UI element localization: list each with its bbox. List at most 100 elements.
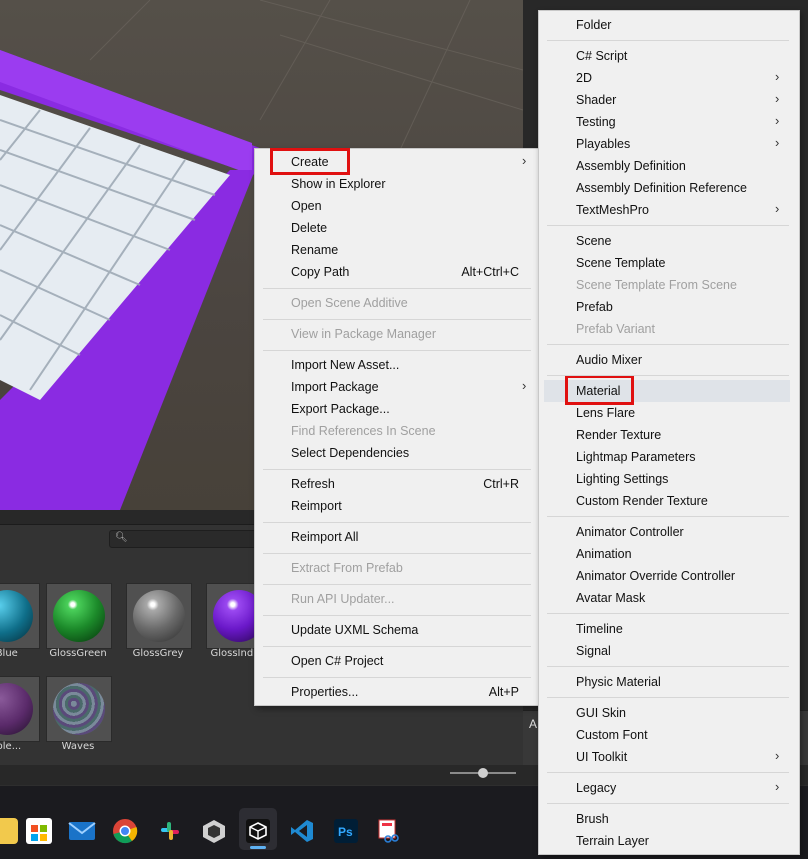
asset-label: ...rple... bbox=[0, 741, 22, 752]
submenu-item-legacy[interactable]: Legacy bbox=[576, 777, 616, 799]
asset-tile[interactable] bbox=[0, 583, 40, 649]
menu-item-copy-path[interactable]: Copy Path Alt+Ctrl+C bbox=[291, 261, 519, 283]
submenu-item-timeline[interactable]: Timeline bbox=[576, 618, 623, 640]
submenu-item-render-texture[interactable]: Render Texture bbox=[576, 424, 661, 446]
submenu-arrow-icon: › bbox=[775, 91, 780, 106]
menu-item-extract-from-prefab: Extract From Prefab bbox=[291, 561, 403, 575]
menu-separator bbox=[547, 516, 789, 517]
shortcut-label: Alt+P bbox=[488, 685, 519, 699]
menu-item-delete[interactable]: Delete bbox=[291, 217, 327, 239]
menu-item-export-package[interactable]: Export Package... bbox=[291, 398, 390, 420]
submenu-item-physic-material[interactable]: Physic Material bbox=[576, 671, 661, 693]
asset-tile[interactable] bbox=[46, 676, 112, 742]
submenu-item-prefab[interactable]: Prefab bbox=[576, 296, 613, 318]
menu-separator bbox=[263, 469, 531, 470]
unity-editor-icon[interactable] bbox=[245, 818, 271, 844]
submenu-item-assembly-definition[interactable]: Assembly Definition bbox=[576, 155, 686, 177]
shortcut-label: Alt+Ctrl+C bbox=[461, 265, 519, 279]
menu-separator bbox=[547, 772, 789, 773]
unity-hub-icon[interactable] bbox=[201, 818, 227, 844]
menu-separator bbox=[263, 350, 531, 351]
submenu-item-folder[interactable]: Folder bbox=[576, 14, 611, 36]
asset-tile[interactable] bbox=[126, 583, 192, 649]
submenu-arrow-icon: › bbox=[775, 135, 780, 150]
menu-item-update-uxml-schema[interactable]: Update UXML Schema bbox=[291, 619, 418, 641]
vscode-icon[interactable] bbox=[289, 818, 315, 844]
submenu-item-prefab-variant: Prefab Variant bbox=[576, 322, 655, 336]
submenu-arrow-icon: › bbox=[775, 779, 780, 794]
menu-separator bbox=[547, 613, 789, 614]
submenu-item-animator-controller[interactable]: Animator Controller bbox=[576, 521, 684, 543]
menu-item-show-in-explorer[interactable]: Show in Explorer bbox=[291, 173, 386, 195]
menu-item-rename[interactable]: Rename bbox=[291, 239, 338, 261]
menu-item-create[interactable]: Create bbox=[291, 151, 329, 173]
submenu-item-signal[interactable]: Signal bbox=[576, 640, 611, 662]
submenu-arrow-icon: › bbox=[775, 748, 780, 763]
submenu-item-terrain-layer[interactable]: Terrain Layer bbox=[576, 830, 649, 852]
submenu-item-brush[interactable]: Brush bbox=[576, 808, 609, 830]
submenu-item-custom-font[interactable]: Custom Font bbox=[576, 724, 648, 746]
file-explorer-icon[interactable] bbox=[0, 818, 18, 844]
menu-separator bbox=[547, 225, 789, 226]
submenu-item-lightmap-parameters[interactable]: Lightmap Parameters bbox=[576, 446, 696, 468]
submenu-item-ui-toolkit[interactable]: UI Toolkit bbox=[576, 746, 627, 768]
submenu-item-scene-template[interactable]: Scene Template bbox=[576, 252, 665, 274]
asset-tile[interactable] bbox=[0, 676, 40, 742]
asset-label: GlossGreen bbox=[49, 648, 107, 659]
menu-item-properties[interactable]: Properties... Alt+P bbox=[291, 681, 519, 703]
menu-separator bbox=[547, 344, 789, 345]
project-search-input[interactable]: 🔍︎ bbox=[109, 530, 271, 548]
inspector-label-top: A bbox=[529, 717, 538, 731]
submenu-arrow-icon: › bbox=[775, 201, 780, 216]
submenu-item-gui-skin[interactable]: GUI Skin bbox=[576, 702, 626, 724]
search-icon: 🔍︎ bbox=[115, 532, 128, 543]
menu-separator bbox=[263, 553, 531, 554]
menu-separator bbox=[263, 584, 531, 585]
submenu-item-2d[interactable]: 2D bbox=[576, 67, 592, 89]
menu-separator bbox=[263, 288, 531, 289]
snipping-tool-icon[interactable] bbox=[376, 818, 402, 844]
submenu-item-custom-render-texture[interactable]: Custom Render Texture bbox=[576, 490, 708, 512]
submenu-item-animation[interactable]: Animation bbox=[576, 543, 632, 565]
menu-separator bbox=[547, 666, 789, 667]
menu-separator bbox=[263, 522, 531, 523]
submenu-arrow-icon: › bbox=[775, 69, 780, 84]
menu-item-select-dependencies[interactable]: Select Dependencies bbox=[291, 442, 409, 464]
menu-item-open-scene-additive: Open Scene Additive bbox=[291, 296, 408, 310]
menu-separator bbox=[263, 319, 531, 320]
menu-separator bbox=[547, 697, 789, 698]
submenu-item-csharp-script[interactable]: C# Script bbox=[576, 45, 627, 67]
menu-item-import-new-asset[interactable]: Import New Asset... bbox=[291, 354, 399, 376]
menu-item-import-package[interactable]: Import Package bbox=[291, 376, 379, 398]
mail-icon[interactable] bbox=[68, 818, 96, 844]
submenu-item-testing[interactable]: Testing bbox=[576, 111, 616, 133]
submenu-arrow-icon: › bbox=[522, 378, 527, 393]
submenu-item-playables[interactable]: Playables bbox=[576, 133, 630, 155]
submenu-item-avatar-mask[interactable]: Avatar Mask bbox=[576, 587, 645, 609]
chrome-icon[interactable] bbox=[112, 818, 138, 844]
photoshop-icon[interactable]: Ps bbox=[333, 818, 359, 844]
menu-item-open-csharp-project[interactable]: Open C# Project bbox=[291, 650, 383, 672]
asset-tile[interactable] bbox=[46, 583, 112, 649]
menu-item-open[interactable]: Open bbox=[291, 195, 322, 217]
asset-label: Waves bbox=[61, 741, 95, 752]
taskbar-active-indicator bbox=[250, 846, 266, 849]
submenu-item-shader[interactable]: Shader bbox=[576, 89, 616, 111]
slack-icon[interactable] bbox=[157, 818, 183, 844]
submenu-item-lens-flare[interactable]: Lens Flare bbox=[576, 402, 635, 424]
submenu-item-textmeshpro[interactable]: TextMeshPro bbox=[576, 199, 649, 221]
menu-separator bbox=[547, 803, 789, 804]
menu-item-reimport[interactable]: Reimport bbox=[291, 495, 342, 517]
menu-item-reimport-all[interactable]: Reimport All bbox=[291, 526, 358, 548]
microsoft-store-icon[interactable] bbox=[26, 818, 52, 844]
submenu-item-lighting-settings[interactable]: Lighting Settings bbox=[576, 468, 668, 490]
submenu-item-assembly-definition-reference[interactable]: Assembly Definition Reference bbox=[576, 177, 747, 199]
submenu-arrow-icon: › bbox=[775, 113, 780, 128]
submenu-item-scene[interactable]: Scene bbox=[576, 230, 611, 252]
submenu-item-animator-override-controller[interactable]: Animator Override Controller bbox=[576, 565, 735, 587]
menu-separator bbox=[263, 615, 531, 616]
submenu-item-material[interactable]: Material bbox=[576, 380, 620, 402]
submenu-item-audio-mixer[interactable]: Audio Mixer bbox=[576, 349, 642, 371]
menu-item-refresh[interactable]: Refresh Ctrl+R bbox=[291, 473, 519, 495]
zoom-slider-handle[interactable] bbox=[478, 768, 488, 778]
